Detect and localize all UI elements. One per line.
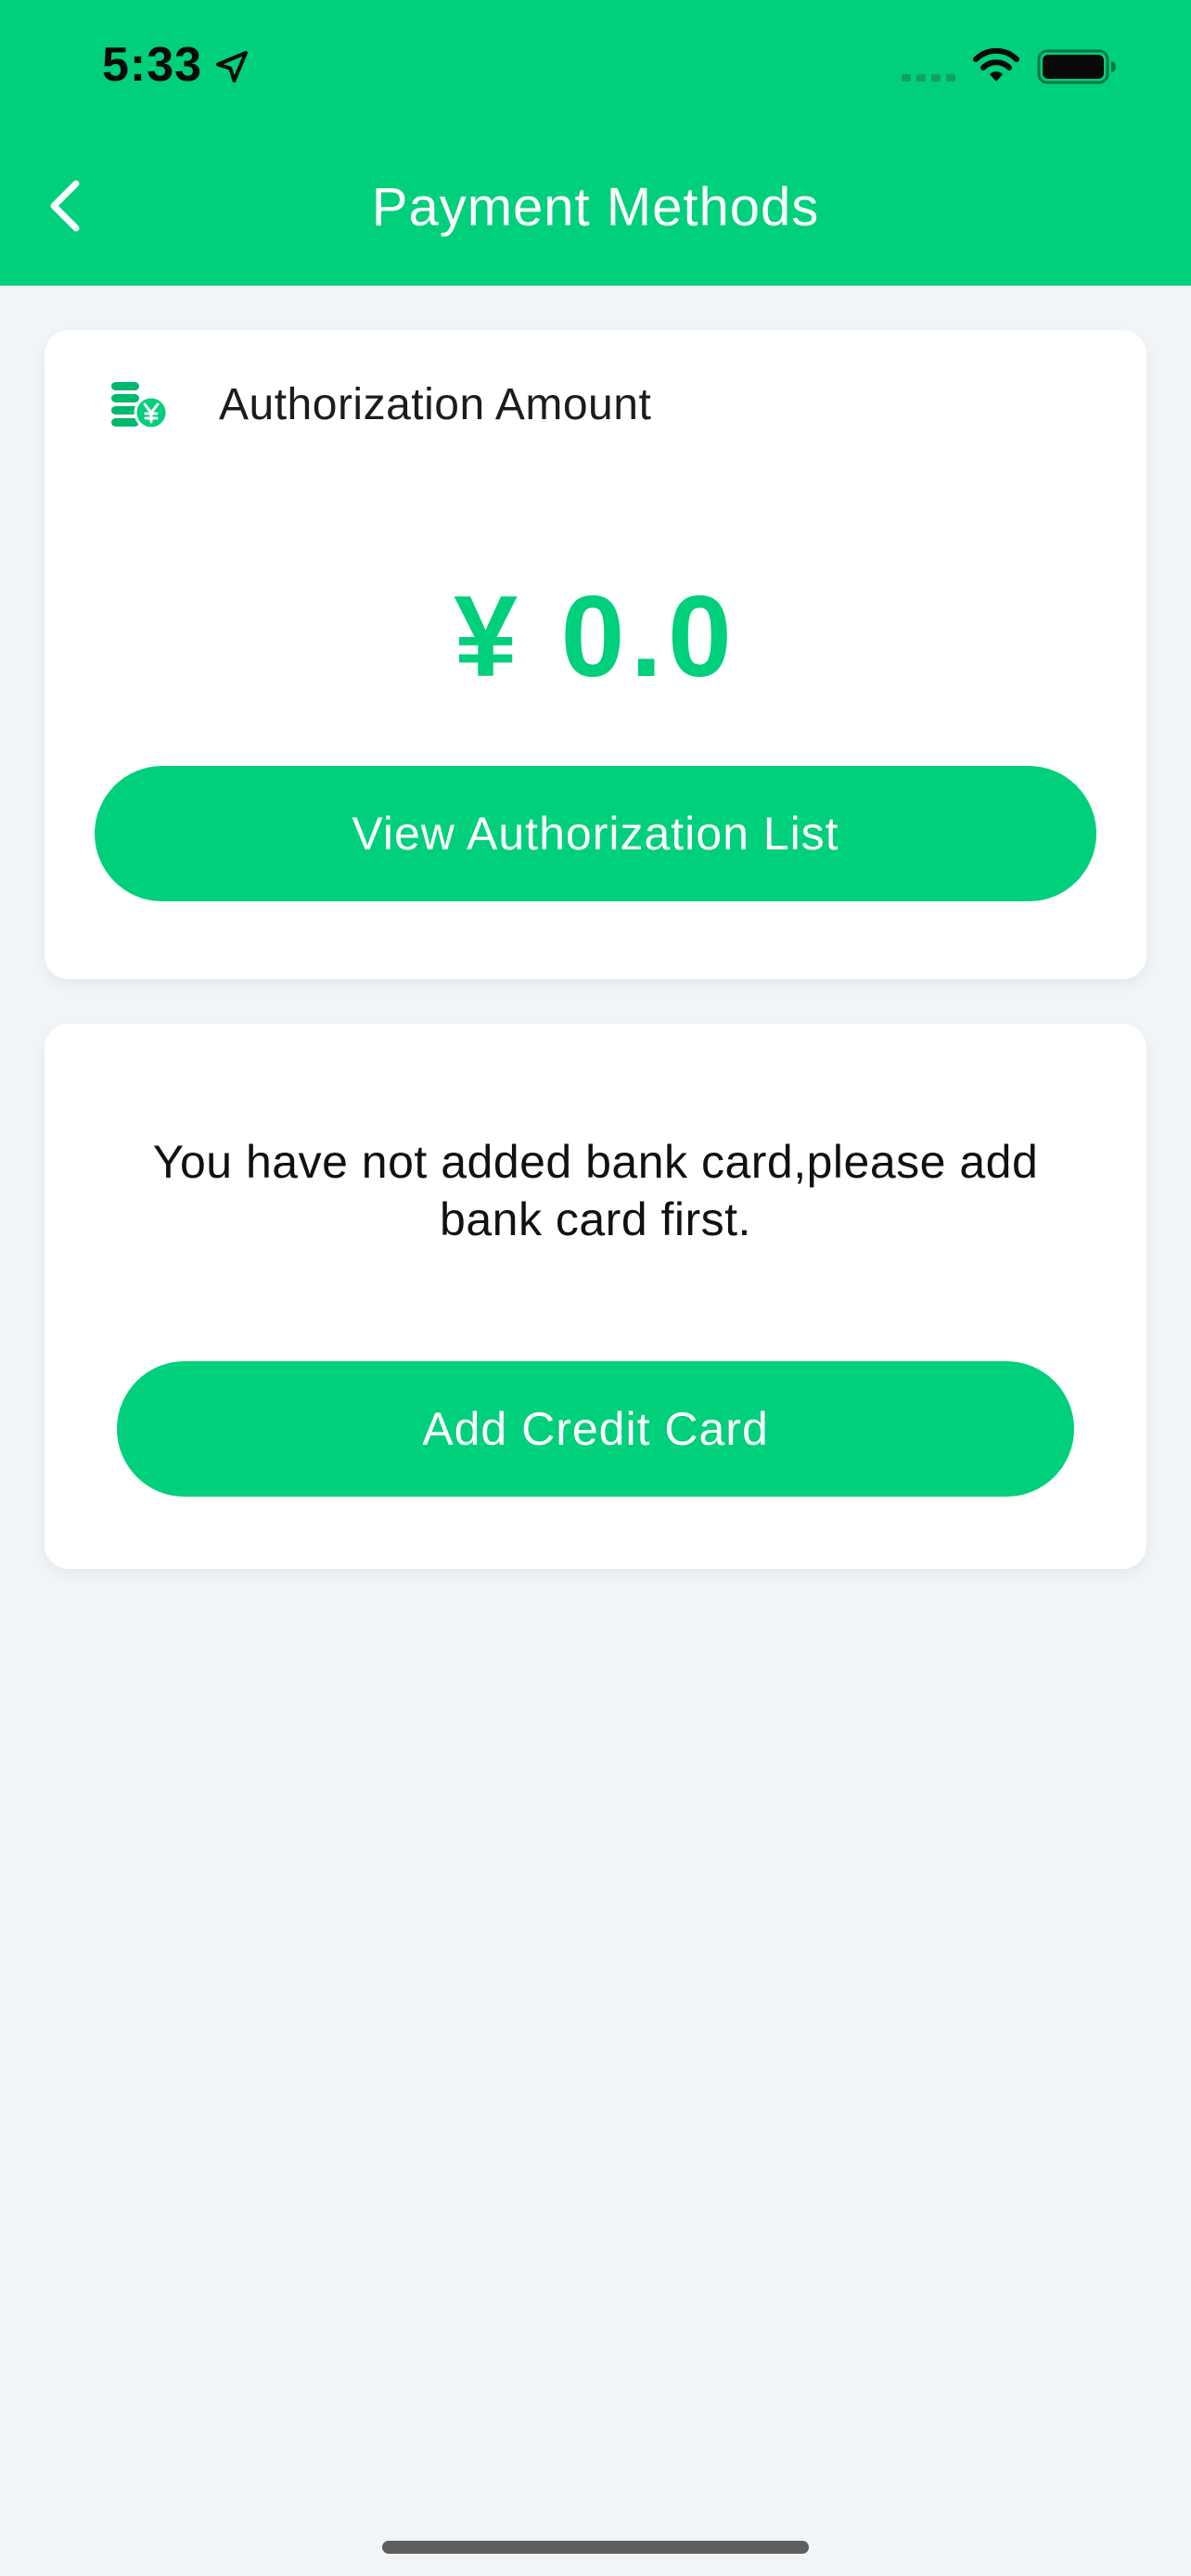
bank-card-panel: You have not added bank card,please add … (45, 1024, 1146, 1569)
battery-icon (1037, 49, 1116, 84)
add-credit-card-button[interactable]: Add Credit Card (117, 1361, 1074, 1497)
no-bank-card-message: You have not added bank card,please add … (152, 1136, 1039, 1245)
nav-bar: Payment Methods (0, 148, 1191, 269)
status-bar: 5:33 (0, 0, 1191, 139)
home-indicator (382, 2541, 809, 2554)
authorization-amount-label: Authorization Amount (219, 379, 652, 429)
coins-yen-icon (111, 382, 169, 430)
authorization-card: Authorization Amount ¥ 0.0 View Authoriz… (45, 330, 1146, 979)
status-time: 5:33 (102, 38, 203, 92)
location-arrow-icon (216, 51, 248, 83)
page-title: Payment Methods (371, 177, 820, 237)
view-authorization-list-button[interactable]: View Authorization List (95, 766, 1096, 901)
header: 5:33 Payment Methods (0, 0, 1191, 286)
authorization-amount-value: ¥ 0.0 (454, 573, 737, 701)
signal-icon (902, 74, 955, 82)
wifi-icon (973, 47, 1019, 82)
authorization-header: Authorization Amount (109, 378, 651, 430)
